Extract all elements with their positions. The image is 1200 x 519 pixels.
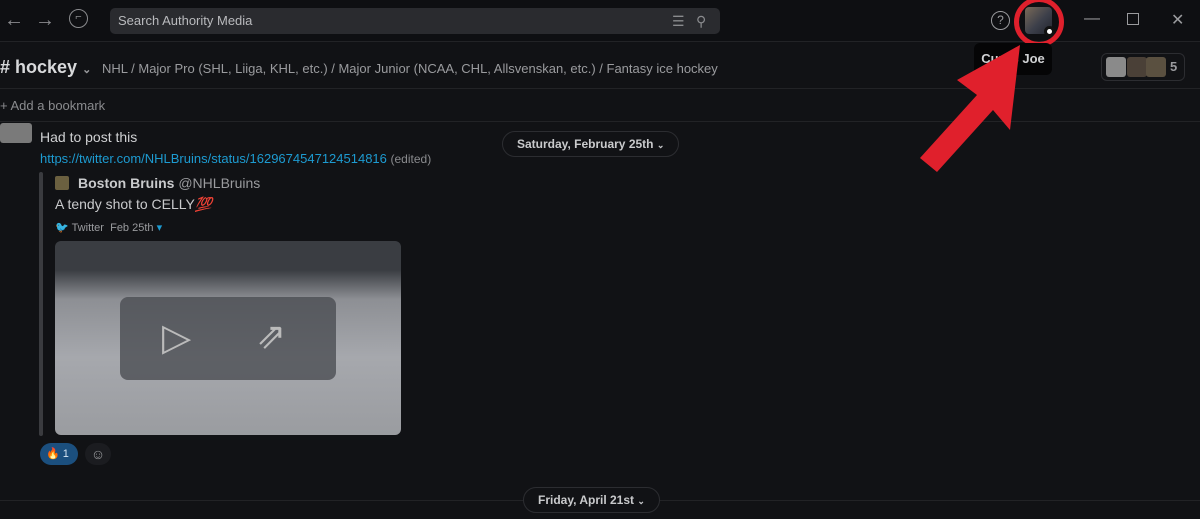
bookmark-label: Add a bookmark <box>10 98 106 113</box>
search-icon[interactable]: ⚲ <box>696 8 706 34</box>
bruins-logo-icon <box>55 176 69 190</box>
member-avatar <box>1106 57 1126 77</box>
member-avatar <box>1127 57 1147 77</box>
embed-handle: @NHLBruins <box>178 175 261 191</box>
play-icon[interactable]: ▷ <box>162 315 191 360</box>
maximize-icon[interactable] <box>1127 13 1139 25</box>
embed-author[interactable]: Boston Bruins <box>78 175 174 191</box>
filter-sliders-icon[interactable]: ☰ <box>672 8 685 34</box>
chevron-down-icon: ⌄ <box>82 64 92 76</box>
embed-source: Twitter <box>71 222 104 234</box>
tweet-link[interactable]: https://twitter.com/NHLBruins/status/162… <box>40 151 387 166</box>
search-input[interactable]: Search Authority Media ☰ ⚲ <box>110 8 720 34</box>
video-thumbnail[interactable]: ▷ ⇗ <box>55 241 401 435</box>
close-icon[interactable]: ✕ <box>1171 10 1184 30</box>
member-avatar <box>1146 57 1166 77</box>
title-bar: ← → ⌐ Search Authority Media ☰ ⚲ ? — ✕ <box>0 0 1200 47</box>
embed-text: A tendy shot to CELLY <box>55 196 195 212</box>
sender-avatar[interactable] <box>0 123 32 143</box>
twitter-bird-icon: 🐦 <box>55 222 69 234</box>
embed-date: Feb 25th <box>110 222 154 234</box>
search-placeholder: Search Authority Media <box>118 13 253 28</box>
embed-bar <box>39 172 43 436</box>
forward-arrow-icon[interactable]: → <box>35 10 55 30</box>
back-arrow-icon[interactable]: ← <box>4 10 24 30</box>
channel-topic: NHL / Major Pro (SHL, Liiga, KHL, etc.) … <box>102 61 718 76</box>
history-clock-icon[interactable]: ⌐ <box>69 9 88 28</box>
reaction-fire[interactable]: 🔥 1 <box>40 443 78 465</box>
red-arrow-annotation <box>920 45 1020 172</box>
video-overlay: ▷ ⇗ <box>120 297 336 380</box>
edited-label: (edited) <box>390 152 432 166</box>
caret-down-icon[interactable]: ▾ <box>157 222 163 234</box>
date-divider-button[interactable]: Friday, April 21st ⌄ <box>523 487 660 513</box>
member-count: 5 <box>1170 59 1178 74</box>
external-link-icon[interactable]: ⇗ <box>256 315 286 357</box>
minimize-icon[interactable]: — <box>1084 10 1100 28</box>
help-icon[interactable]: ? <box>991 11 1010 30</box>
add-bookmark-button[interactable]: + Add a bookmark <box>0 98 105 113</box>
date-divider-button[interactable]: Saturday, February 25th ⌄ <box>502 131 680 157</box>
plus-icon: + <box>0 98 11 113</box>
hundred-emoji-icon: 💯 <box>194 196 213 212</box>
message-text: Had to post this <box>40 129 138 145</box>
add-reaction-icon[interactable]: ☺ <box>85 443 111 465</box>
members-button[interactable]: 5 <box>1101 53 1185 81</box>
channel-name[interactable]: # hockey ⌄ <box>0 57 91 78</box>
